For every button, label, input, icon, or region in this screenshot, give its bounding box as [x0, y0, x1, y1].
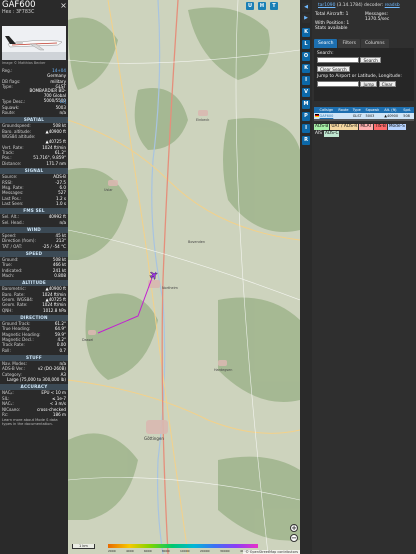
collapse-right-button[interactable]: ▶ [302, 14, 310, 23]
zoom-in-button[interactable]: + [290, 524, 298, 532]
info-key: Distance: [2, 160, 22, 166]
aircraft-info-panel: GAF600 Hex : 3F783C Image © Matthias Bec… [0, 0, 68, 554]
map-attribution[interactable]: © OpenStreetMap contributors [243, 550, 300, 554]
search-input[interactable] [317, 57, 359, 63]
info-value: 171.7 nm [46, 160, 66, 166]
toolbar-button-k[interactable]: K [302, 28, 310, 37]
legend-mlat: MLAT [359, 124, 373, 130]
info-key: QNH: [2, 307, 13, 313]
message-rate: 1370.5/sec [365, 17, 390, 22]
info-row: Distance: 171.7 nm [0, 161, 68, 166]
toolbar-button-k2[interactable]: K [302, 64, 310, 73]
info-row: Mach: 0.808 [0, 273, 68, 278]
info-row: Route: n/a [2, 110, 66, 116]
legend-ais: AIS [314, 131, 323, 137]
info-value: 1012.8 hPa [42, 307, 66, 313]
legend-modes: Mode-S [387, 124, 406, 130]
toolbar-button-v[interactable]: V [302, 88, 310, 97]
info-row: BOMBARDIER BD-700 Global 5000/5500 [29, 88, 66, 103]
photo-credit: Image © Matthias Becker [2, 61, 46, 65]
info-key: Last Seen: [2, 200, 24, 206]
decoder-link[interactable]: readsb [385, 3, 400, 8]
toolbar-strip: ◀ ▶ K L O K I V M P I R [300, 0, 312, 554]
map-view[interactable]: Göttingen Northeim Uslar Einbeck Dassel … [68, 0, 300, 554]
tab-columns[interactable]: Columns [360, 39, 389, 48]
info-value: Large (75,000 to 300,000 lb) [6, 377, 66, 383]
info-key: Sel. Head.: [2, 219, 25, 225]
zoom-out-button[interactable]: − [290, 534, 298, 542]
tar1090-link[interactable]: tar1090 [318, 3, 335, 8]
hex-value: 3F783C [16, 10, 35, 15]
callsign-title: GAF600 [2, 0, 36, 10]
tab-search[interactable]: Search [314, 39, 338, 48]
docs-note: Learn more about Mode S data types in th… [2, 418, 58, 427]
info-row: Sel. Head.: n/a [0, 220, 68, 225]
info-row: Last Seen: 1.0 s [0, 201, 68, 206]
collapse-left-button[interactable]: ◀ [302, 3, 310, 12]
clear-search-button[interactable]: Clear Search [317, 65, 350, 72]
jump-input[interactable] [317, 81, 359, 87]
stats-link[interactable]: Stats available [312, 26, 362, 31]
place-label: Northeim [162, 286, 178, 290]
info-key: Rc: [2, 411, 9, 417]
aircraft-header: GAF600 Hex : 3F783C [0, 0, 68, 18]
stats-block: Total Aircraft: 1 With Position: 1 Stats… [312, 12, 416, 31]
map-button-h[interactable]: H [258, 2, 266, 10]
legend-adsc: ADS-C [323, 131, 340, 137]
info-value: 0.7 [59, 347, 66, 353]
toolbar-button-m[interactable]: M [302, 100, 310, 109]
info-value: 186 m [52, 411, 66, 417]
place-label: Einbeck [196, 118, 210, 122]
info-row: QNH: 1012.8 hPa [0, 308, 68, 313]
tab-filters[interactable]: Filters [338, 39, 360, 48]
place-label: Hardegsen [214, 368, 233, 372]
info-key: Mach: [2, 272, 15, 278]
map-button-t[interactable]: T [270, 2, 278, 10]
legend-adsb: ADS-B [314, 124, 330, 130]
jump-button[interactable]: Jump [360, 81, 378, 87]
aircraft-table: Callsign Route Type Squawk Alt. (ft) Spd… [314, 107, 414, 119]
place-label: Bovenden [188, 240, 206, 244]
info-row: Large (75,000 to 300,000 lb) [0, 377, 68, 382]
place-label: Dassel [82, 338, 94, 342]
info-row: Roll: 0.7 [0, 348, 68, 353]
aircraft-list-panel: tar1090 (3.14.1784) decoder: readsb Tota… [312, 0, 416, 554]
version-line: tar1090 (3.14.1784) decoder: readsb [318, 3, 400, 8]
scale-bar: 1 km [72, 544, 95, 549]
info-value: n/a [59, 219, 66, 225]
toolbar-button-p[interactable]: P [302, 112, 310, 121]
hex-label: Hex : [2, 10, 15, 15]
altitude-color-legend [108, 544, 258, 548]
panel-tabs: Search Filters Columns [312, 39, 416, 48]
search-button[interactable]: Search [360, 57, 381, 63]
info-value: -25 / -54 °C [42, 243, 66, 249]
info-value: 0.808 [54, 272, 66, 278]
legend-uat: UAT / ADS-R [330, 124, 359, 130]
place-label: Uslar [104, 188, 113, 192]
legend-tisb: TIS-B [373, 124, 387, 130]
toolbar-button-i[interactable]: I [302, 76, 310, 85]
close-icon[interactable] [61, 3, 66, 8]
info-key: Roll: [2, 347, 11, 353]
info-key: WGS84 altitude: [2, 134, 36, 140]
toolbar-button-l[interactable]: L [302, 40, 310, 49]
clear-jump-button[interactable]: Clear [378, 81, 396, 87]
info-value: 1.0 s [56, 200, 66, 206]
info-key: TAT / OAT: [2, 243, 23, 249]
info-row: TAT / OAT: -25 / -54 °C [0, 244, 68, 249]
toolbar-button-i2[interactable]: I [302, 124, 310, 133]
toolbar-button-r[interactable]: R [302, 136, 310, 145]
total-aircraft: 1 [345, 12, 349, 17]
place-label: Göttingen [144, 436, 164, 441]
map-canvas[interactable] [68, 0, 300, 554]
source-legend: ADS-B UAT / ADS-R MLAT TIS-B Mode-S AIS … [312, 121, 416, 137]
search-pane: Search: Search Clear Search Jump to Airp… [314, 48, 414, 101]
aircraft-photo[interactable] [2, 26, 66, 60]
map-button-u[interactable]: U [246, 2, 254, 10]
info-value: ▲40900 ft [45, 128, 66, 134]
toolbar-button-o[interactable]: O [302, 52, 310, 61]
germany-flag-icon [314, 114, 319, 117]
hex-line: Hex : 3F783C [2, 10, 66, 15]
